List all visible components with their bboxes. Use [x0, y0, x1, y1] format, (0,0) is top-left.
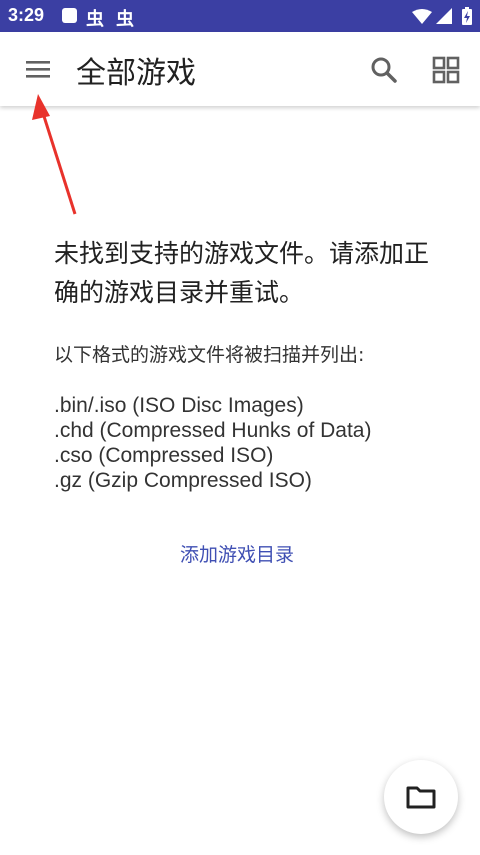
battery-icon	[462, 7, 472, 25]
notification-square-icon	[62, 8, 77, 23]
signal-icon	[436, 8, 452, 24]
wifi-icon	[412, 9, 432, 24]
menu-button[interactable]	[18, 50, 58, 90]
grid-view-icon	[432, 56, 460, 84]
add-folder-fab[interactable]	[384, 760, 458, 834]
search-button[interactable]	[366, 52, 402, 88]
formats-list: .bin/.iso (ISO Disc Images) .chd (Compre…	[54, 393, 371, 493]
formats-intro: 以下格式的游戏文件将被扫描并列出:	[54, 344, 365, 366]
status-bar: 3:29 虫 虫	[0, 0, 480, 32]
format-item: .bin/.iso (ISO Disc Images)	[54, 394, 304, 417]
format-item: .gz (Gzip Compressed ISO)	[54, 469, 312, 492]
search-icon	[371, 57, 397, 83]
menu-icon	[26, 61, 50, 78]
grid-view-button[interactable]	[428, 52, 464, 88]
folder-icon	[406, 786, 436, 809]
format-item: .cso (Compressed ISO)	[54, 444, 274, 467]
notification-app-icon: 虫	[86, 9, 104, 30]
add-game-directory-button[interactable]: 添加游戏目录	[180, 540, 294, 567]
notification-app-icon: 虫	[116, 9, 134, 30]
empty-state-message: 未找到支持的游戏文件。请添加正确的游戏目录并重试。	[54, 239, 430, 307]
format-item: .chd (Compressed Hunks of Data)	[54, 419, 372, 442]
status-time: 3:29	[8, 5, 45, 25]
annotation-arrow-icon	[32, 94, 77, 215]
page-title: 全部游戏	[76, 56, 196, 91]
